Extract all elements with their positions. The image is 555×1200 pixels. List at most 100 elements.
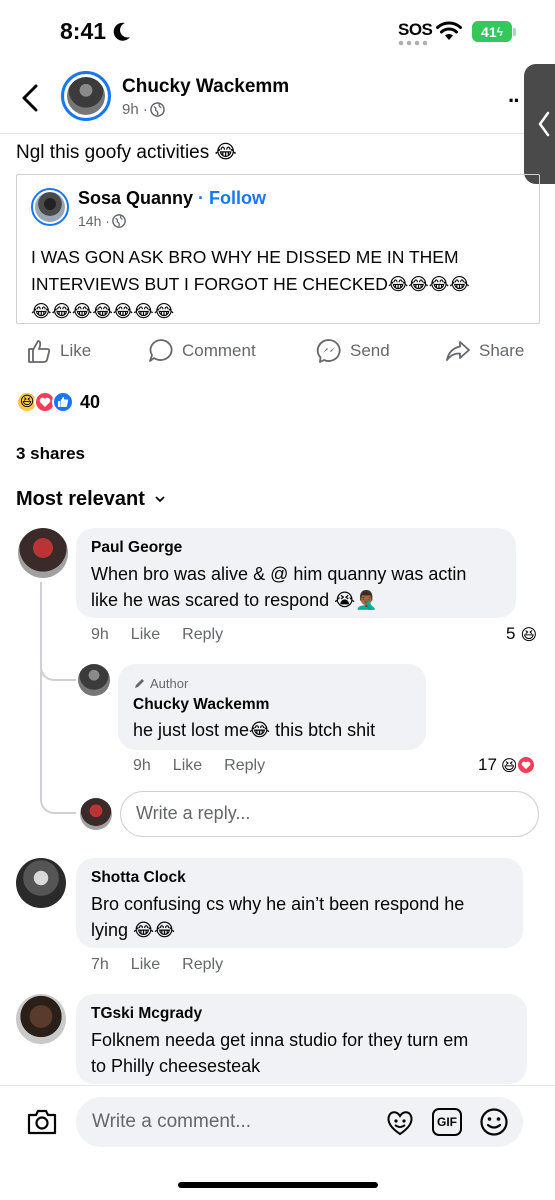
- comment-text: When bro was alive & @ him quanny was ac…: [91, 561, 466, 613]
- shared-avatar[interactable]: [31, 188, 69, 226]
- comment-meta: 9h Like Reply: [91, 626, 223, 644]
- comment-text: Bro confusing cs why he ain’t been respo…: [91, 891, 464, 943]
- gif-label: GIF: [437, 1115, 457, 1129]
- header-divider: [0, 133, 524, 134]
- shares-count[interactable]: 3 shares: [16, 444, 85, 464]
- author-badge: Author: [133, 676, 188, 691]
- haha-reaction-icon: 😆: [520, 624, 538, 644]
- post-caption: Ngl this goofy activities 😂: [16, 142, 237, 163]
- shared-time: 14h ·: [78, 213, 126, 229]
- commenter-avatar[interactable]: [16, 858, 66, 908]
- heart-icon: [39, 397, 51, 407]
- comment-reaction-count: 5: [506, 624, 516, 643]
- pencil-icon: [135, 679, 144, 688]
- reply-avatar[interactable]: [78, 664, 110, 696]
- like-label: Like: [60, 341, 92, 360]
- comment-time: 7h: [91, 956, 109, 973]
- send-button[interactable]: Send: [316, 338, 390, 364]
- shared-time-text: 14h ·: [78, 213, 110, 229]
- wifi-icon: [436, 21, 462, 40]
- reply-reaction-count: 17: [478, 755, 497, 774]
- comment-sort-label: Most relevant: [16, 488, 145, 510]
- thumbs-up-icon: [58, 397, 69, 407]
- post-time: 9h ·: [122, 101, 165, 118]
- share-button[interactable]: Share: [445, 338, 524, 364]
- commenter-name[interactable]: TGski Mcgrady: [91, 1005, 202, 1023]
- comment-text: Folknem needa get inna studio for they t…: [91, 1027, 468, 1079]
- comment-sort[interactable]: Most relevant: [16, 488, 165, 511]
- moon-icon: [113, 22, 130, 41]
- thumbs-up-icon: [28, 340, 51, 363]
- share-icon: [446, 341, 470, 361]
- reply-like-button[interactable]: Like: [173, 757, 202, 775]
- post-time-text: 9h ·: [122, 101, 148, 118]
- camera-icon[interactable]: [26, 1108, 58, 1136]
- comment-text-line: When bro was alive & @ him quanny was ac…: [91, 564, 467, 584]
- reply-text: he just lost me😂 this btch shit: [133, 720, 376, 740]
- comment-reply-button[interactable]: Reply: [182, 626, 223, 644]
- shared-author-name[interactable]: Sosa Quanny: [78, 188, 193, 208]
- shared-text-line: I WAS GON ASK BRO WHY HE DISSED ME IN TH…: [31, 247, 459, 267]
- globe-icon: [150, 102, 165, 117]
- share-label: Share: [479, 341, 525, 360]
- reply-time: 9h: [133, 757, 151, 774]
- shared-text-line: 😂😂😂😂😂😂😂: [31, 301, 175, 321]
- battery-level: 41: [481, 23, 497, 40]
- reply-input-placeholder: Write a reply...: [136, 803, 251, 823]
- comment-like-button[interactable]: Like: [131, 626, 160, 644]
- commenter-avatar[interactable]: [16, 994, 66, 1044]
- reply-author-name[interactable]: Chucky Wackemm: [133, 696, 269, 714]
- shared-author: Sosa Quanny · Follow: [78, 188, 266, 209]
- chevron-left-icon: [538, 111, 550, 137]
- avatar-sticker-icon[interactable]: [385, 1107, 415, 1137]
- comment-text-line: to Philly cheesesteak: [91, 1056, 261, 1076]
- messenger-icon: [316, 339, 341, 363]
- poster-name[interactable]: Chucky Wackemm: [122, 76, 289, 98]
- commenter-name[interactable]: Shotta Clock: [91, 869, 186, 887]
- signal-dots-icon: [398, 40, 428, 46]
- comment-time: 9h: [91, 626, 109, 643]
- comment-text-line: Bro confusing cs why he ain’t been respo…: [91, 894, 465, 914]
- shared-text-line: INTERVIEWS BUT I FORGOT HE CHECKED😂😂😂😂: [31, 274, 470, 294]
- reactions-summary[interactable]: 😆 40: [16, 391, 100, 413]
- commenter-name[interactable]: Paul George: [91, 539, 182, 557]
- comment-button[interactable]: Comment: [148, 338, 256, 364]
- commenter-avatar[interactable]: [18, 528, 68, 578]
- comment-text-line: Folknem needa get inna studio for they t…: [91, 1030, 469, 1050]
- back-arrow-icon[interactable]: [20, 84, 40, 112]
- shared-post-text: I WAS GON ASK BRO WHY HE DISSED ME IN TH…: [31, 244, 531, 325]
- comment-input-placeholder: Write a comment...: [92, 1111, 252, 1132]
- status-time: 8:41: [60, 18, 107, 44]
- comment-icon: [149, 339, 173, 362]
- comment-text-line: lying 😂😂: [91, 920, 176, 940]
- my-avatar: [80, 798, 112, 830]
- comment-label: Comment: [182, 341, 256, 360]
- follow-link[interactable]: · Follow: [198, 188, 266, 208]
- battery-cap: [513, 28, 516, 36]
- comment-like-button[interactable]: Like: [131, 956, 160, 974]
- side-collapse-tab[interactable]: [524, 64, 555, 184]
- battery-indicator: 41 ϟ: [472, 21, 512, 42]
- globe-icon: [112, 214, 126, 228]
- home-indicator[interactable]: [178, 1182, 378, 1188]
- reply-reaction-summary[interactable]: 17 😆: [478, 755, 536, 775]
- reply-reply-button[interactable]: Reply: [224, 757, 265, 775]
- comment-reply-button[interactable]: Reply: [182, 956, 223, 974]
- poster-avatar[interactable]: [61, 71, 111, 121]
- author-badge-label: Author: [150, 676, 189, 691]
- comment-text-line: like he was scared to respond 😭🤦🏾‍♂️: [91, 590, 378, 610]
- reaction-count: 40: [80, 391, 101, 412]
- gif-button[interactable]: GIF: [432, 1108, 462, 1136]
- thread-line: [40, 582, 42, 772]
- comment-reaction-summary[interactable]: 5 😆: [506, 624, 537, 644]
- thread-branch: [40, 645, 76, 681]
- love-reaction-icon: [515, 755, 536, 775]
- like-button[interactable]: Like: [26, 338, 91, 364]
- heart-icon: [521, 761, 530, 769]
- thread-branch: [40, 770, 76, 814]
- chevron-down-icon: [155, 496, 165, 503]
- more-options-icon[interactable]: ··: [508, 88, 521, 114]
- emoji-icon[interactable]: [479, 1107, 509, 1137]
- sos-indicator: SOS: [398, 20, 433, 39]
- send-label: Send: [350, 341, 390, 360]
